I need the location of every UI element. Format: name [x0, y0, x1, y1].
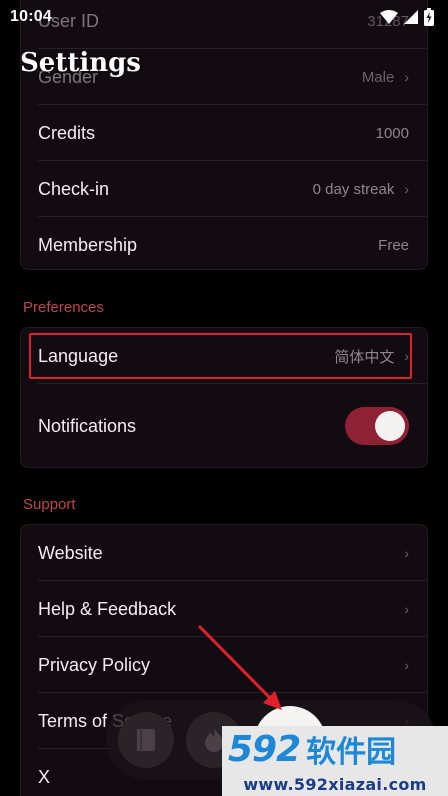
signal-icon [404, 10, 418, 24]
language-row[interactable]: Language 简体中文 › [21, 328, 427, 384]
dock-book-button[interactable] [118, 712, 174, 768]
chevron-right-icon: › [404, 545, 409, 561]
checkin-value: 0 day streak [312, 180, 395, 198]
chevron-right-icon: › [404, 181, 409, 197]
notifications-label: Notifications [38, 415, 137, 436]
account-card: User ID 31287 Gender Male › Credits 1000… [20, 0, 428, 270]
website-label: Website [38, 542, 103, 563]
chevron-right-icon: › [404, 69, 409, 85]
page-title: Settings [20, 48, 141, 78]
membership-label: Membership [38, 234, 138, 255]
notifications-toggle[interactable] [345, 407, 409, 445]
chevron-right-icon: › [404, 348, 409, 364]
credits-row[interactable]: Credits 1000 [21, 105, 427, 161]
credits-value: 1000 [375, 124, 409, 142]
watermark-cn: 软件园 [306, 735, 397, 770]
status-time: 10:04 [10, 8, 52, 25]
x-label: X [38, 766, 51, 787]
watermark-digits: 592 [228, 728, 301, 770]
privacy-policy-label: Privacy Policy [38, 654, 151, 675]
checkin-label: Check-in [38, 178, 110, 199]
toggle-knob [375, 411, 405, 441]
language-value: 简体中文 [334, 347, 395, 366]
battery-icon [424, 8, 434, 26]
notifications-row: Notifications [21, 384, 427, 468]
wifi-icon [380, 10, 398, 24]
support-section-title: Support [23, 496, 76, 513]
membership-value: Free [378, 236, 409, 254]
watermark: 592 软件园 www.592xiazai.com [222, 726, 448, 796]
status-bar: 10:04 [0, 0, 448, 34]
website-row[interactable]: Website › [21, 525, 427, 581]
chevron-right-icon: › [404, 601, 409, 617]
book-icon [137, 729, 155, 751]
preferences-section-title: Preferences [23, 299, 104, 316]
membership-row[interactable]: Membership Free [21, 217, 427, 273]
gender-value: Male [361, 68, 395, 86]
language-label: Language [38, 345, 119, 366]
watermark-url: www.592xiazai.com [243, 775, 427, 794]
checkin-row[interactable]: Check-in 0 day streak › [21, 161, 427, 217]
preferences-card: Language 简体中文 › Notifications [20, 327, 428, 468]
chevron-right-icon: › [404, 657, 409, 673]
help-feedback-label: Help & Feedback [38, 598, 177, 619]
help-feedback-row[interactable]: Help & Feedback › [21, 581, 427, 637]
status-icons [380, 8, 434, 26]
credits-label: Credits [38, 122, 96, 143]
privacy-policy-row[interactable]: Privacy Policy › [21, 637, 427, 693]
